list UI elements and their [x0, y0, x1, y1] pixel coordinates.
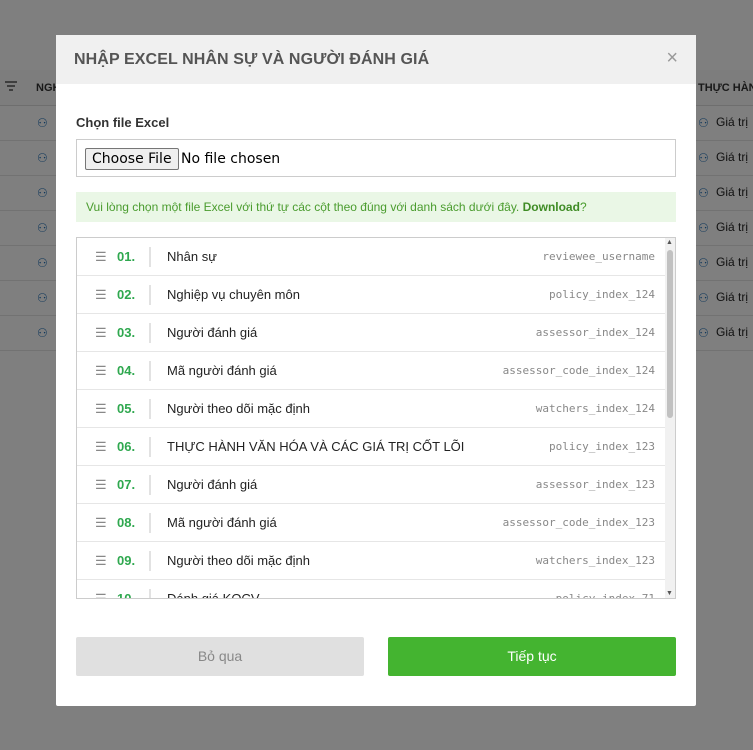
drag-handle-icon[interactable]: ☰: [95, 515, 107, 531]
item-name: Người đánh giá: [167, 477, 258, 492]
continue-button[interactable]: Tiếp tục: [388, 637, 676, 676]
item-name: THỰC HÀNH VĂN HÓA VÀ CÁC GIÁ TRỊ CỐT LÕI: [167, 439, 465, 454]
notice-suffix: ?: [579, 200, 587, 214]
item-number: 04.: [117, 363, 136, 378]
list-scrollbar[interactable]: ▲ ▼: [665, 238, 675, 598]
instruction-notice: Vui lòng chọn một file Excel với thứ tự …: [76, 192, 676, 222]
download-link[interactable]: Download: [523, 200, 580, 214]
drag-handle-icon[interactable]: ☰: [95, 249, 107, 265]
list-item[interactable]: ☰ 09. Người theo dõi mặc định watchers_i…: [77, 542, 665, 580]
item-code: watchers_index_124: [535, 402, 655, 415]
close-icon[interactable]: ×: [666, 47, 678, 70]
list-item[interactable]: ☰ 01. Nhân sự reviewee_username: [77, 238, 665, 276]
import-excel-modal: NHẬP EXCEL NHÂN SỰ VÀ NGƯỜI ĐÁNH GIÁ × C…: [56, 35, 696, 706]
file-input[interactable]: Choose File No file chosen: [76, 139, 676, 177]
drag-handle-icon[interactable]: ☰: [95, 553, 107, 569]
divider: [149, 323, 151, 343]
drag-handle-icon[interactable]: ☰: [95, 363, 107, 379]
item-number: 01.: [117, 249, 136, 264]
skip-button[interactable]: Bỏ qua: [76, 637, 364, 676]
item-code: policy_index_71: [555, 592, 655, 599]
drag-handle-icon[interactable]: ☰: [95, 325, 107, 341]
item-code: assessor_code_index_124: [502, 364, 655, 377]
item-number: 06.: [117, 439, 136, 454]
item-number: 02.: [117, 287, 136, 302]
item-number: 07.: [117, 477, 136, 492]
item-name: Người theo dõi mặc định: [167, 553, 310, 568]
item-name: Người theo dõi mặc định: [167, 401, 310, 416]
list-item[interactable]: ☰ 03. Người đánh giá assessor_index_124: [77, 314, 665, 352]
list-item[interactable]: ☰ 02. Nghiệp vụ chuyên môn policy_index_…: [77, 276, 665, 314]
item-number: 05.: [117, 401, 136, 416]
modal-header: NHẬP EXCEL NHÂN SỰ VÀ NGƯỜI ĐÁNH GIÁ ×: [56, 35, 696, 84]
drag-handle-icon[interactable]: ☰: [95, 477, 107, 493]
item-number: 08.: [117, 515, 136, 530]
item-code: policy_index_123: [549, 440, 655, 453]
item-code: assessor_code_index_123: [502, 516, 655, 529]
drag-handle-icon[interactable]: ☰: [95, 401, 107, 417]
drag-handle-icon[interactable]: ☰: [95, 287, 107, 303]
item-name: Nhân sự: [167, 249, 217, 264]
item-name: Đánh giá KOCV: [167, 591, 260, 599]
list-item[interactable]: ☰ 07. Người đánh giá assessor_index_123: [77, 466, 665, 504]
divider: [149, 475, 151, 495]
choose-file-button[interactable]: Choose File: [85, 148, 179, 170]
list-item[interactable]: ☰ 10. Đánh giá KOCV policy_index_71: [77, 580, 665, 599]
item-code: assessor_index_124: [535, 326, 655, 339]
item-number: 03.: [117, 325, 136, 340]
list-item[interactable]: ☰ 08. Mã người đánh giá assessor_code_in…: [77, 504, 665, 542]
list-item[interactable]: ☰ 06. THỰC HÀNH VĂN HÓA VÀ CÁC GIÁ TRỊ C…: [77, 428, 665, 466]
file-status-text: No file chosen: [181, 151, 281, 167]
divider: [149, 589, 151, 598]
divider: [149, 361, 151, 381]
modal-title: NHẬP EXCEL NHÂN SỰ VÀ NGƯỜI ĐÁNH GIÁ: [74, 51, 430, 68]
notice-text: Vui lòng chọn một file Excel với thứ tự …: [86, 200, 520, 214]
file-input-label: Chọn file Excel: [76, 115, 170, 130]
item-code: watchers_index_123: [535, 554, 655, 567]
divider: [149, 551, 151, 571]
item-code: assessor_index_123: [535, 478, 655, 491]
list-item[interactable]: ☰ 05. Người theo dõi mặc định watchers_i…: [77, 390, 665, 428]
item-name: Người đánh giá: [167, 325, 258, 340]
scrollbar-thumb[interactable]: [667, 250, 673, 418]
item-number: 10.: [117, 591, 136, 599]
column-order-list[interactable]: ☰ 01. Nhân sự reviewee_username ☰ 02. Ng…: [76, 237, 676, 599]
divider: [149, 513, 151, 533]
scroll-up-icon[interactable]: ▲: [666, 239, 673, 246]
divider: [149, 437, 151, 457]
item-name: Mã người đánh giá: [167, 363, 277, 378]
item-name: Nghiệp vụ chuyên môn: [167, 287, 300, 302]
divider: [149, 399, 151, 419]
item-code: reviewee_username: [542, 250, 655, 263]
item-number: 09.: [117, 553, 136, 568]
scroll-down-icon[interactable]: ▼: [666, 590, 673, 597]
divider: [149, 285, 151, 305]
item-code: policy_index_124: [549, 288, 655, 301]
divider: [149, 247, 151, 267]
drag-handle-icon[interactable]: ☰: [95, 591, 107, 598]
list-item[interactable]: ☰ 04. Mã người đánh giá assessor_code_in…: [77, 352, 665, 390]
item-name: Mã người đánh giá: [167, 515, 277, 530]
drag-handle-icon[interactable]: ☰: [95, 439, 107, 455]
